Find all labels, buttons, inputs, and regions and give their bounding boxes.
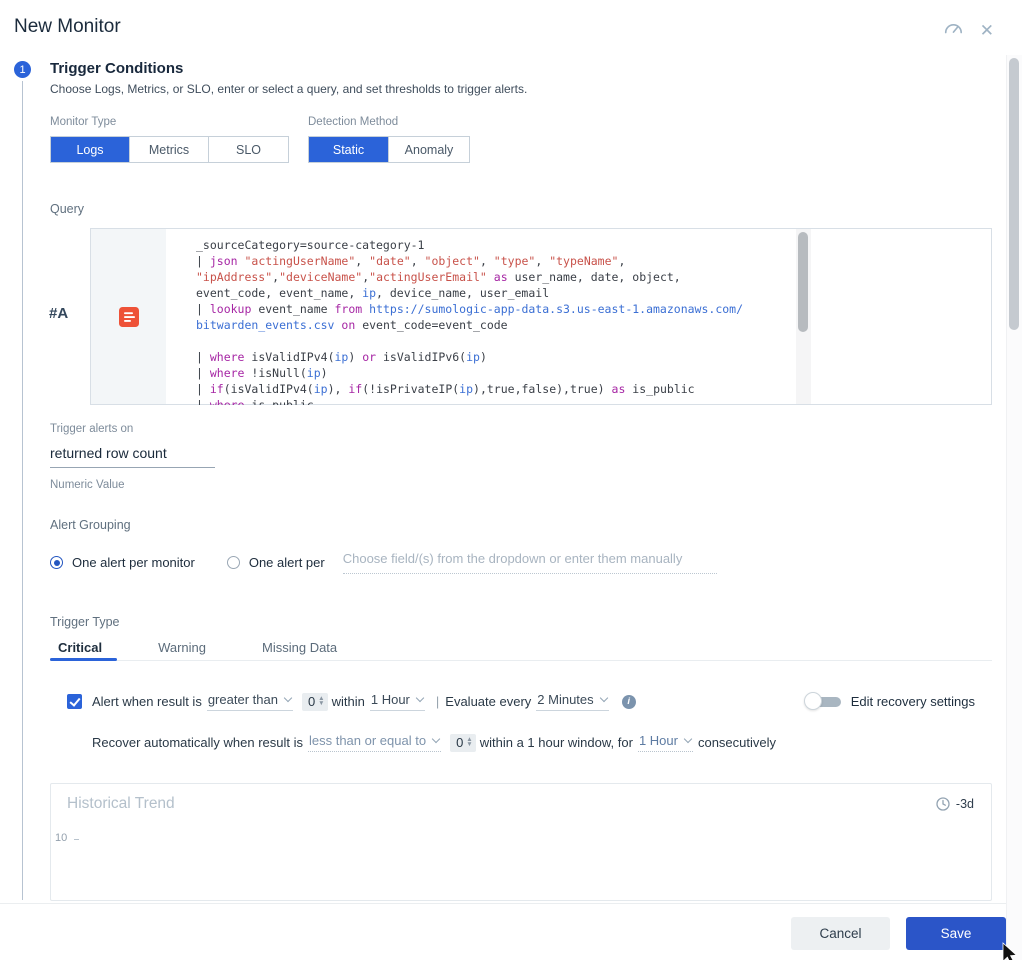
edit-recovery-toggle[interactable] [804,692,842,711]
stepper-down-icon: ▼ [466,742,472,747]
clock-icon [936,797,950,811]
historical-trend-title: Historical Trend [67,795,175,813]
cancel-button[interactable]: Cancel [791,917,890,950]
query-scrollbar-thumb[interactable] [798,232,808,332]
step-connector-line [22,81,23,900]
monitor-type-metrics-button[interactable]: Metrics [130,137,209,162]
recovery-settings-control: Edit recovery settings [804,692,975,711]
query-code-editor[interactable]: _sourceCategory=source-category-1| json … [196,237,796,405]
detection-static-button[interactable]: Static [309,137,389,162]
trigger-alerts-on-field[interactable]: returned row count [50,445,215,468]
alert-grouping-label: Alert Grouping [50,518,131,532]
recover-suffix-text: consecutively [698,735,776,750]
alert-enabled-checkbox[interactable] [67,694,82,709]
frequency-dropdown[interactable]: 2 Minutes [536,692,608,711]
radio-one-alert-per-monitor-label: One alert per monitor [72,555,195,570]
detection-method-label: Detection Method [308,116,398,128]
new-monitor-dialog: { "header": { "title": "New Monitor" }, … [0,0,1022,960]
radio-one-alert-per-monitor[interactable] [50,556,63,569]
section-title: Trigger Conditions [50,60,183,77]
comparator-dropdown[interactable]: greater than [207,692,293,711]
monitor-type-label: Monitor Type [50,116,116,128]
alert-grouping-options: One alert per monitor One alert per Choo… [50,551,717,574]
radio-one-alert-per-label: One alert per [249,555,325,570]
trigger-alerts-on-helper: Numeric Value [50,479,125,491]
trigger-type-tabs: Critical Warning Missing Data [50,640,385,669]
chevron-down-icon [599,694,607,702]
stepper-down-icon: ▼ [318,701,324,706]
dialog-title: New Monitor [14,16,121,38]
monitor-type-group: Logs Metrics SLO [50,136,289,163]
dialog-footer: Cancel Save [0,903,1022,960]
chevron-down-icon [284,694,292,702]
save-button[interactable]: Save [906,917,1006,950]
step-number-badge: 1 [14,61,31,78]
tab-critical[interactable]: Critical [50,640,110,669]
gauge-icon[interactable] [942,18,964,43]
query-label: Query [50,202,84,216]
chevron-down-icon [416,694,424,702]
query-row-label: #A [49,305,68,322]
tab-warning[interactable]: Warning [150,640,214,669]
recover-prefix-text: Recover automatically when result is [92,735,303,750]
info-icon[interactable]: i [622,695,636,709]
mouse-cursor [1002,942,1022,960]
chevron-down-icon [684,735,692,743]
logs-source-icon [119,307,139,327]
recover-middle-text: within a 1 hour window, for [480,735,633,750]
query-panel: _sourceCategory=source-category-1| json … [90,228,992,405]
edit-recovery-label: Edit recovery settings [851,694,975,709]
y-axis-tick: 10 [55,832,67,844]
detection-method-group: Static Anomaly [308,136,470,163]
monitor-type-slo-button[interactable]: SLO [209,137,288,162]
alert-prefix-text: Alert when result is [92,694,202,709]
page-scrollbar[interactable] [1006,55,1022,960]
recover-window-dropdown[interactable]: 1 Hour [638,733,693,752]
threshold-stepper[interactable]: 0▲▼ [302,693,328,711]
y-axis-tick-mark [74,839,79,840]
historical-trend-panel: Historical Trend -3d 10 [50,783,992,901]
time-range-value: -3d [956,797,974,811]
section-subtitle: Choose Logs, Metrics, or SLO, enter or s… [50,82,527,96]
recovery-condition-row: Recover automatically when result is les… [92,733,776,752]
evaluate-every-text: Evaluate every [445,694,531,709]
monitor-type-logs-button[interactable]: Logs [51,137,130,162]
alert-condition-row: Alert when result is greater than 0▲▼ wi… [67,692,636,711]
time-range-control[interactable]: -3d [936,797,974,811]
separator: | [436,694,439,709]
radio-one-alert-per[interactable] [227,556,240,569]
tab-missing-data[interactable]: Missing Data [254,640,345,669]
recover-comparator-dropdown[interactable]: less than or equal to [308,733,441,752]
active-tab-underline [50,658,117,661]
detection-anomaly-button[interactable]: Anomaly [389,137,469,162]
query-gutter [91,229,166,404]
time-window-dropdown[interactable]: 1 Hour [370,692,425,711]
within-text: within [332,694,365,709]
recover-threshold-stepper[interactable]: 0▲▼ [450,734,476,752]
chevron-down-icon [432,735,440,743]
tabs-divider [50,660,992,661]
trigger-type-label: Trigger Type [50,615,119,629]
page-scrollbar-thumb[interactable] [1009,58,1019,330]
query-scrollbar[interactable] [796,229,811,404]
group-fields-input[interactable]: Choose field/(s) from the dropdown or en… [343,551,717,574]
trigger-alerts-on-label: Trigger alerts on [50,423,133,435]
close-icon[interactable]: ✕ [980,22,994,39]
